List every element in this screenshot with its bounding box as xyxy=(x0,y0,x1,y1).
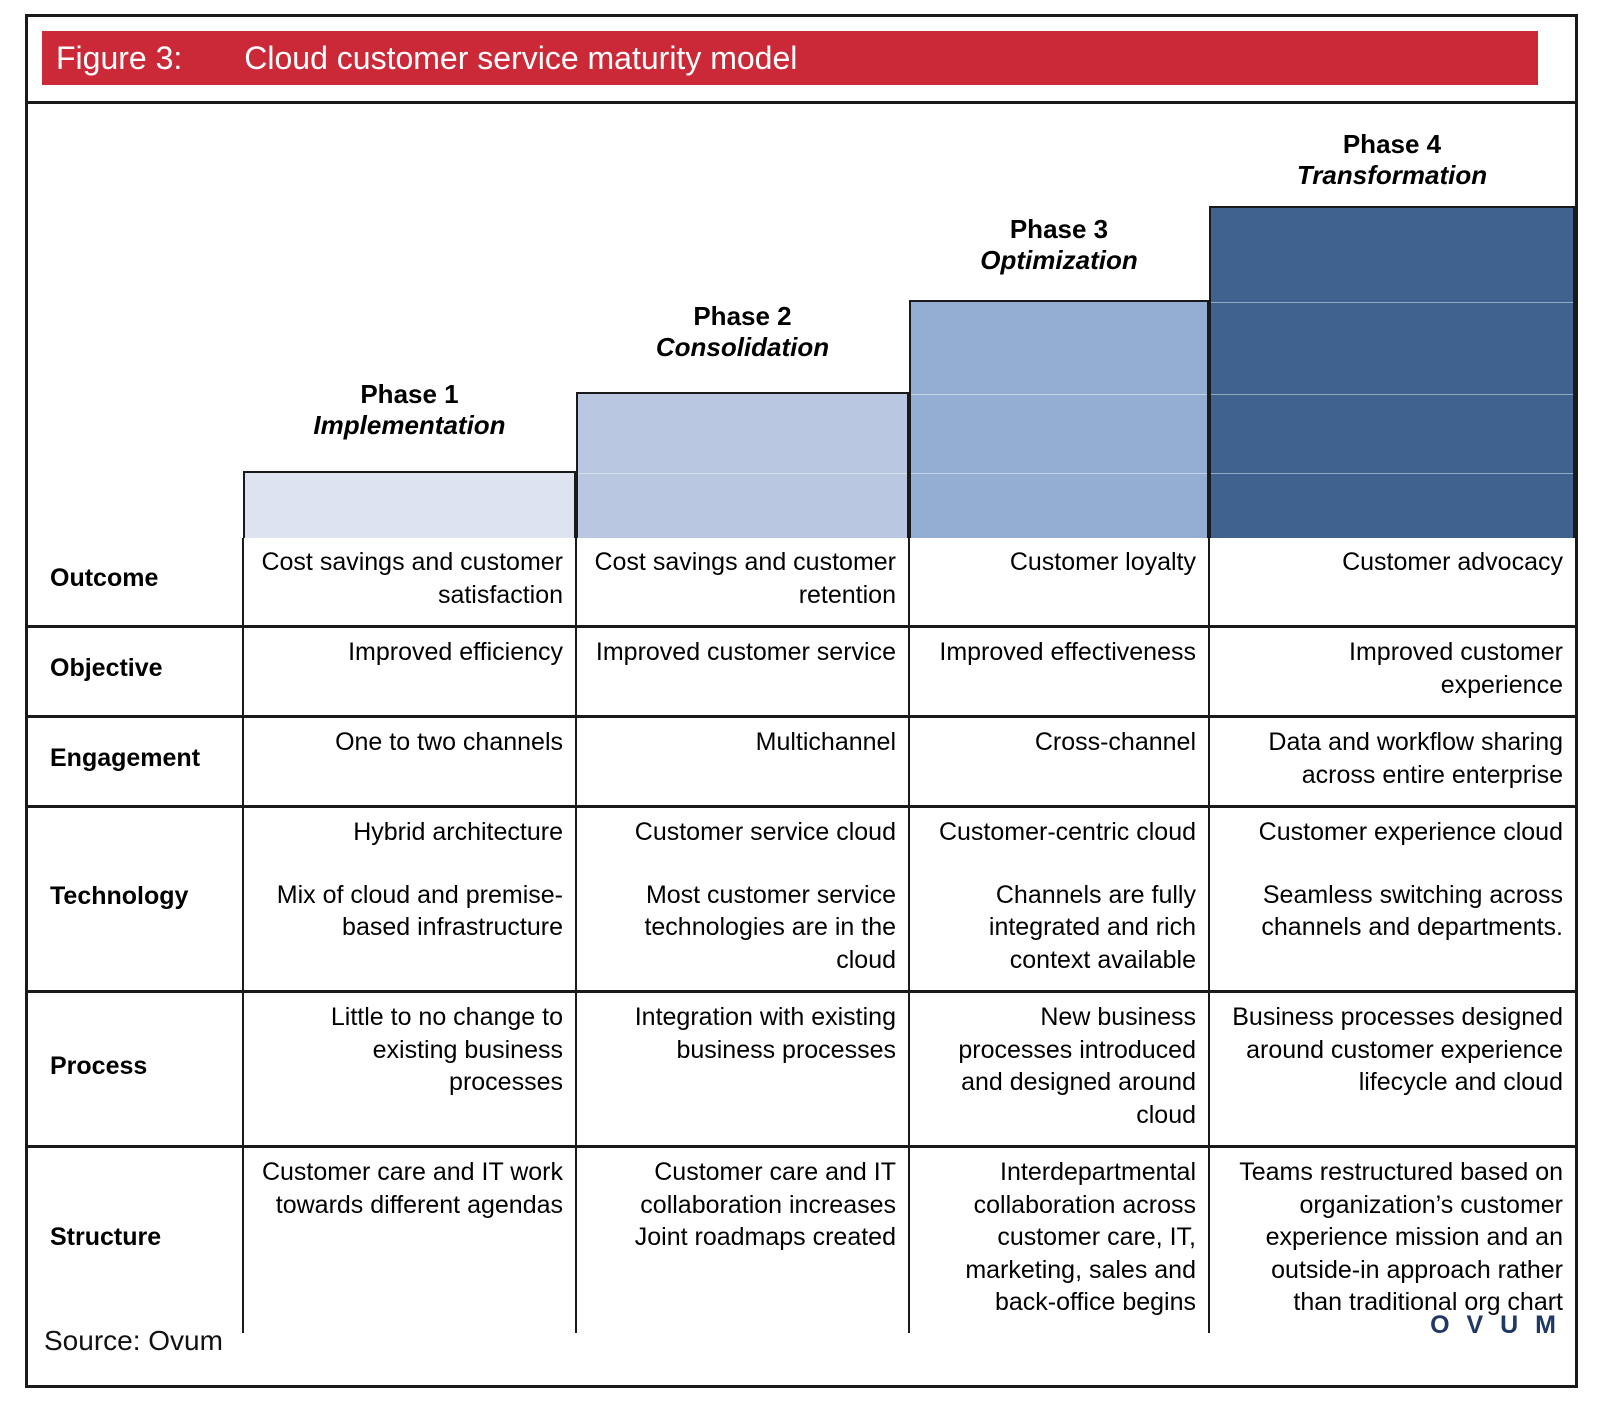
figure-footer: Source: Ovum O V U M xyxy=(28,1289,1575,1385)
phase-bar-4-segment-3 xyxy=(1211,394,1573,473)
phase-bar-1-segment-1 xyxy=(245,473,574,540)
cell-objective-phase3: Improved effectiveness xyxy=(908,625,1209,717)
cell-objective-phase4: Improved customer experience xyxy=(1208,625,1575,717)
table-row: Process Little to no change to existing … xyxy=(28,990,1575,1147)
cell-technology-phase2: Customer service cloud Most customer ser… xyxy=(575,805,909,992)
cell-technology-phase1-line1: Hybrid architecture xyxy=(353,818,563,846)
phase-caption-3: Phase 3 Optimization xyxy=(909,214,1209,275)
table-row: Engagement One to two channels Multichan… xyxy=(28,715,1575,807)
phase-number-3: Phase 3 xyxy=(1009,214,1109,244)
phase-bar-4 xyxy=(1209,206,1575,538)
phase-name-1: Implementation xyxy=(313,409,506,440)
cell-process-phase1: Little to no change to existing business… xyxy=(242,990,576,1147)
phase-name-3: Optimization xyxy=(980,244,1138,275)
source-text: Source: Ovum xyxy=(44,1325,223,1356)
cell-outcome-phase1: Cost savings and customer satisfaction xyxy=(242,538,576,627)
phase-bar-4-segment-4 xyxy=(1211,473,1573,540)
cell-technology-phase1-line2: Mix of cloud and premise-based infrastru… xyxy=(276,880,563,942)
cell-process-phase3: New business processes introduced and de… xyxy=(908,990,1209,1147)
cell-engagement-phase3: Cross-channel xyxy=(908,715,1209,807)
phase-bar-3-segment-1 xyxy=(911,302,1207,394)
phase-bar-2-segment-2 xyxy=(578,473,907,540)
table-row: Outcome Cost savings and customer satisf… xyxy=(28,538,1575,627)
cell-process-phase4: Business processes designed around custo… xyxy=(1208,990,1575,1147)
phase-bar-4-segment-2 xyxy=(1211,302,1573,394)
table-row: Technology Hybrid architecture Mix of cl… xyxy=(28,805,1575,992)
phase-bar-4-segment-1 xyxy=(1211,208,1573,302)
cell-technology-phase2-line2: Most customer service technologies are i… xyxy=(644,880,896,974)
maturity-matrix: Outcome Cost savings and customer satisf… xyxy=(28,538,1575,1333)
cell-outcome-phase4: Customer advocacy xyxy=(1208,538,1575,627)
cell-engagement-phase1: One to two channels xyxy=(242,715,576,807)
phase-bar-3-segment-3 xyxy=(911,473,1207,540)
cell-outcome-phase2: Cost savings and customer retention xyxy=(575,538,909,627)
figure-label: Figure 3: xyxy=(56,39,183,76)
cell-technology-phase1: Hybrid architecture Mix of cloud and pre… xyxy=(242,805,576,992)
cell-technology-phase4-line1: Customer experience cloud xyxy=(1258,818,1563,846)
phase-bar-2 xyxy=(576,392,909,538)
phase-bar-1 xyxy=(243,471,576,538)
maturity-table: Outcome Cost savings and customer satisf… xyxy=(28,538,1575,1333)
phase-name-2: Consolidation xyxy=(655,331,830,362)
cell-process-phase2: Integration with existing business proce… xyxy=(575,990,909,1147)
table-row: Objective Improved efficiency Improved c… xyxy=(28,625,1575,717)
cell-engagement-phase4: Data and workflow sharing across entire … xyxy=(1208,715,1575,807)
row-label-technology: Technology xyxy=(28,805,243,992)
phase-bar-3-segment-2 xyxy=(911,394,1207,473)
phase-number-1: Phase 1 xyxy=(360,379,459,409)
cell-technology-phase4: Customer experience cloud Seamless switc… xyxy=(1208,805,1575,992)
figure-title: Cloud customer service maturity model xyxy=(244,39,798,76)
ovum-logo: O V U M xyxy=(1430,1311,1561,1339)
phase-staircase: Phase 1 Implementation Phase 2 Consolida… xyxy=(28,104,1575,538)
figure-page: Figure 3: Cloud customer service maturit… xyxy=(0,0,1608,1408)
phase-bar-2-segment-1 xyxy=(578,394,907,473)
cell-engagement-phase2: Multichannel xyxy=(575,715,909,807)
figure-frame: Figure 3: Cloud customer service maturit… xyxy=(25,14,1578,1388)
cell-technology-phase3-line2: Channels are fully integrated and rich c… xyxy=(988,880,1196,974)
cell-technology-phase2-line1: Customer service cloud xyxy=(634,818,896,846)
cell-outcome-phase3: Customer loyalty xyxy=(908,538,1209,627)
cell-objective-phase1: Improved efficiency xyxy=(242,625,576,717)
phase-name-4: Transformation xyxy=(1296,159,1488,190)
phase-caption-4: Phase 4 Transformation xyxy=(1209,129,1575,190)
row-label-engagement: Engagement xyxy=(28,715,243,807)
phase-caption-2: Phase 2 Consolidation xyxy=(576,301,909,362)
cell-technology-phase4-line2: Seamless switching across channels and d… xyxy=(1261,880,1563,942)
cell-objective-phase2: Improved customer service xyxy=(575,625,909,717)
row-label-objective: Objective xyxy=(28,625,243,717)
cell-technology-phase3-line1: Customer-centric cloud xyxy=(938,818,1196,846)
phase-number-2: Phase 2 xyxy=(693,301,792,331)
row-label-process: Process xyxy=(28,990,243,1147)
phase-bar-3 xyxy=(909,300,1209,538)
phase-number-4: Phase 4 xyxy=(1342,129,1442,159)
figure-banner: Figure 3: Cloud customer service maturit… xyxy=(42,31,1538,85)
phase-caption-1: Phase 1 Implementation xyxy=(243,379,576,440)
row-label-outcome: Outcome xyxy=(50,564,159,593)
cell-technology-phase3: Customer-centric cloud Channels are full… xyxy=(908,805,1209,992)
